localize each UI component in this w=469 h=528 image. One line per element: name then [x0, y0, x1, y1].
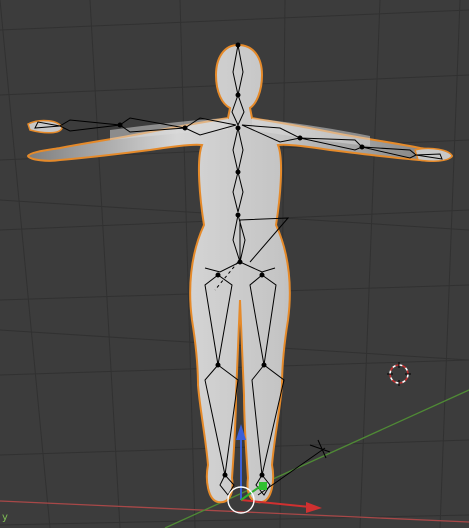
viewport-canvas[interactable]: y [0, 0, 469, 528]
3d-cursor[interactable] [387, 362, 411, 386]
gizmo-x-arrow-icon[interactable] [306, 502, 322, 513]
3d-viewport[interactable]: y [0, 0, 469, 528]
axis-y-label: y [2, 512, 8, 523]
gizmo-y-arrow-icon[interactable] [259, 482, 267, 490]
